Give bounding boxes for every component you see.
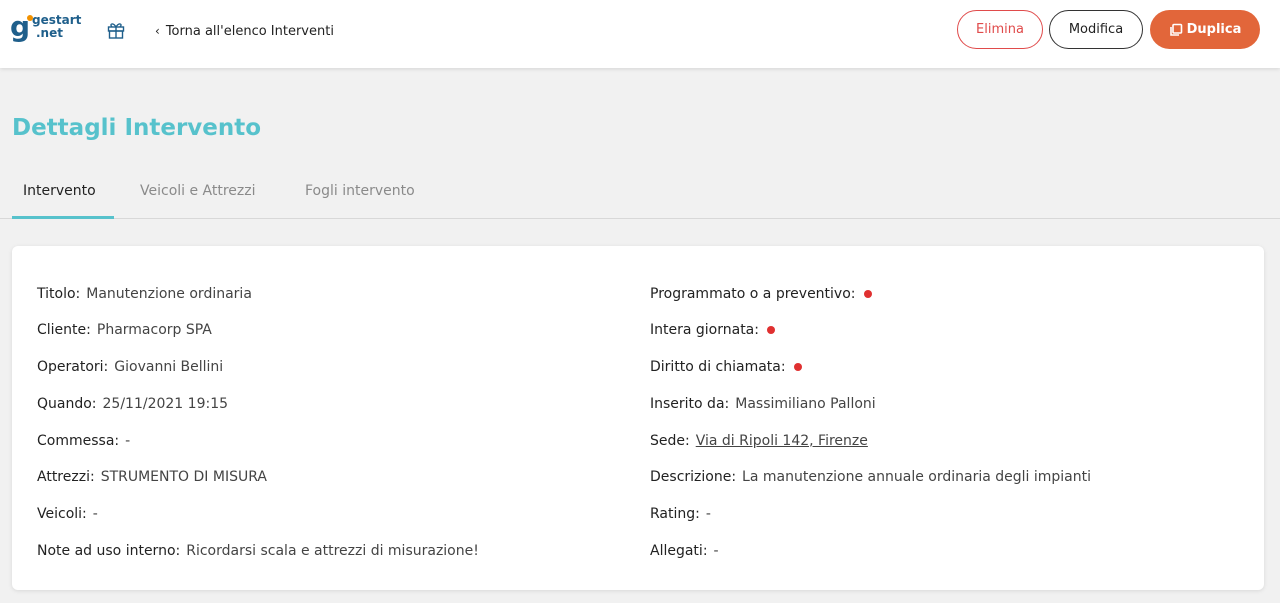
- detail-commessa: Commessa: -: [37, 432, 130, 450]
- logo-wordmark: gestart .net: [32, 14, 81, 40]
- detail-value: STRUMENTO DI MISURA: [100, 469, 267, 485]
- detail-label: Veicoli:: [37, 506, 87, 522]
- copy-icon: [1169, 23, 1182, 36]
- detail-label: Cliente:: [37, 322, 91, 338]
- edit-button[interactable]: Modifica: [1049, 10, 1143, 49]
- detail-veicoli: Veicoli: -: [37, 505, 98, 523]
- detail-label: Allegati:: [650, 543, 708, 559]
- detail-label: Diritto di chiamata:: [650, 359, 786, 375]
- detail-attrezzi: Attrezzi: STRUMENTO DI MISURA: [37, 468, 267, 486]
- tab-intervento[interactable]: Intervento: [23, 183, 96, 199]
- detail-value: La manutenzione annuale ordinaria degli …: [742, 469, 1092, 485]
- details-card: Titolo: Manutenzione ordinaria Cliente: Ph…: [12, 246, 1264, 590]
- detail-note-interne: Note ad uso interno: Ricordarsi scala e a…: [37, 542, 479, 560]
- chevron-left-icon: ‹: [155, 24, 160, 38]
- page-title: Dettagli Intervento: [12, 115, 262, 141]
- status-dot-icon: [766, 326, 775, 334]
- delete-button[interactable]: Elimina: [957, 10, 1043, 49]
- gift-icon[interactable]: [106, 20, 126, 40]
- detail-label: Commessa:: [37, 433, 120, 449]
- detail-value: 25/11/2021 19:15: [102, 396, 229, 412]
- detail-label: Note ad uso interno:: [37, 543, 181, 559]
- detail-label: Quando:: [37, 396, 97, 412]
- detail-value: -: [92, 506, 98, 522]
- status-dot-icon: [863, 290, 872, 298]
- detail-label: Descrizione:: [650, 469, 737, 485]
- duplicate-label: Duplica: [1186, 22, 1242, 37]
- detail-inserito-da: Inserito da: Massimiliano Palloni: [650, 395, 876, 413]
- detail-diritto-chiamata: Diritto di chiamata:: [650, 358, 802, 376]
- detail-titolo: Titolo: Manutenzione ordinaria: [37, 285, 252, 303]
- tab-veicoli-attrezzi[interactable]: Veicoli e Attrezzi: [140, 183, 256, 199]
- detail-value: Manutenzione ordinaria: [86, 286, 252, 302]
- back-to-list-link[interactable]: ‹ Torna all'elenco Interventi: [155, 24, 334, 39]
- sede-address-link[interactable]: Via di Ripoli 142, Firenze: [696, 433, 868, 449]
- detail-rating: Rating: -: [650, 505, 711, 523]
- tab-bar: Intervento Veicoli e Attrezzi Fogli inte…: [0, 170, 1280, 219]
- detail-value: Massimiliano Palloni: [735, 396, 876, 412]
- detail-cliente: Cliente: Pharmacorp SPA: [37, 321, 212, 339]
- detail-label: Programmato o a preventivo:: [650, 286, 856, 302]
- tab-fogli-intervento[interactable]: Fogli intervento: [305, 183, 415, 199]
- logo-line2: .net: [36, 26, 63, 40]
- detail-label: Rating:: [650, 506, 700, 522]
- detail-value: Giovanni Bellini: [114, 359, 224, 375]
- detail-label: Inserito da:: [650, 396, 730, 412]
- detail-value: -: [705, 506, 711, 522]
- detail-label: Intera giornata:: [650, 322, 759, 338]
- detail-sede: Sede: Via di Ripoli 142, Firenze: [650, 432, 868, 450]
- detail-value: -: [125, 433, 131, 449]
- detail-descrizione: Descrizione: La manutenzione annuale ordi…: [650, 468, 1091, 486]
- detail-value: Ricordarsi scala e attrezzi di misurazio…: [186, 543, 479, 559]
- detail-value: Pharmacorp SPA: [96, 322, 212, 338]
- active-tab-indicator: [12, 216, 114, 219]
- back-link-label: Torna all'elenco Interventi: [165, 24, 334, 39]
- detail-programmato: Programmato o a preventivo:: [650, 285, 872, 303]
- detail-label: Attrezzi:: [37, 469, 95, 485]
- top-bar: g gestart .net ‹ Torna all'elenco Interve…: [0, 0, 1280, 68]
- detail-allegati: Allegati: -: [650, 542, 719, 560]
- detail-label: Operatori:: [37, 359, 109, 375]
- detail-value: -: [713, 543, 719, 559]
- detail-intera-giornata: Intera giornata:: [650, 321, 775, 339]
- detail-label: Sede:: [650, 433, 690, 449]
- status-dot-icon: [793, 363, 802, 371]
- gestart-logo[interactable]: g gestart .net: [10, 12, 90, 52]
- duplicate-button[interactable]: Duplica: [1150, 10, 1260, 49]
- detail-quando: Quando: 25/11/2021 19:15: [37, 395, 228, 413]
- detail-operatori: Operatori: Giovanni Bellini: [37, 358, 223, 376]
- logo-mark-icon: g: [10, 12, 33, 42]
- detail-label: Titolo:: [37, 286, 81, 302]
